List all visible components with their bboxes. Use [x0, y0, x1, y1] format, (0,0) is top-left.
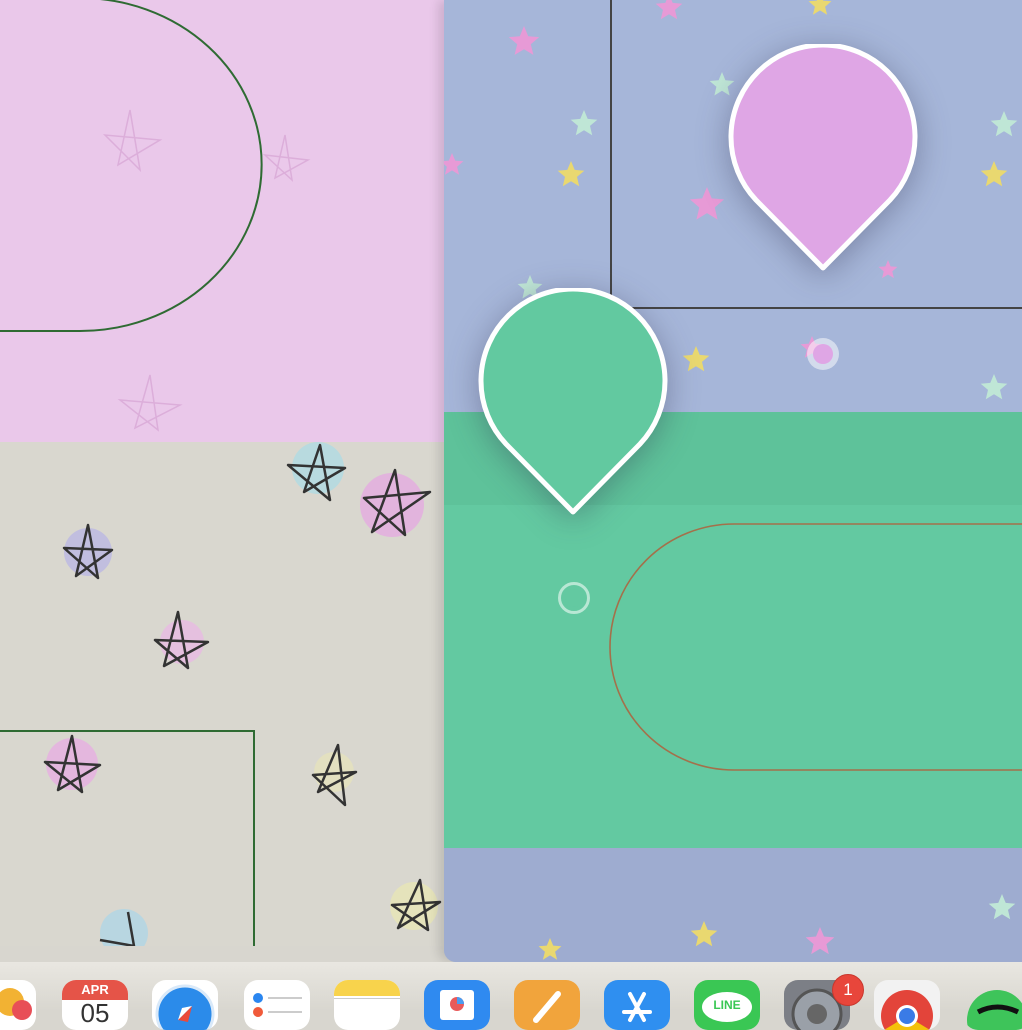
pages-app-icon[interactable] [514, 980, 580, 1030]
photos-app-icon[interactable] [0, 980, 36, 1030]
left-window [0, 0, 446, 946]
location-pin-icon[interactable] [478, 288, 668, 518]
decorative-star-icon [988, 894, 1016, 920]
decorative-star-icon [508, 26, 540, 55]
decorative-star-icon [444, 153, 464, 175]
green-anchor-target[interactable] [558, 582, 590, 614]
notification-badge: 1 [832, 974, 864, 1006]
calendar-month: APR [62, 980, 128, 1000]
notes-app-icon[interactable] [334, 980, 400, 1030]
target-dot-icon [565, 589, 583, 607]
decorative-star-icon [538, 938, 562, 960]
app-store-icon[interactable] [604, 980, 670, 1030]
decorative-star-icon [682, 346, 710, 372]
decorative-star-icon [690, 921, 718, 947]
calendar-day: 05 [80, 998, 110, 1028]
pink-anchor-target[interactable] [807, 338, 839, 370]
target-dot-icon [813, 344, 833, 364]
left-canvas-drawing [0, 0, 442, 946]
decorative-star-icon [689, 187, 725, 220]
line-app-icon[interactable]: LINE [694, 980, 760, 1030]
decorative-star-icon [980, 374, 1008, 400]
decorative-star-icon [557, 161, 585, 187]
decorative-star-icon [570, 110, 598, 136]
safari-app-icon[interactable] [152, 980, 218, 1030]
decorative-star-icon [990, 111, 1018, 137]
chrome-app-icon[interactable] [874, 980, 940, 1030]
right-window [444, 0, 1022, 962]
decorative-star-icon [980, 161, 1008, 187]
line-label: LINE [713, 998, 741, 1012]
decorative-star-icon [655, 0, 683, 20]
reminders-app-icon[interactable] [244, 980, 310, 1030]
calendar-app-icon[interactable]: APR 05 [62, 980, 128, 1030]
decorative-star-icon [805, 927, 835, 955]
decorative-star-icon [808, 0, 832, 15]
spotify-app-icon[interactable] [964, 980, 1022, 1030]
location-pin-icon[interactable] [728, 44, 918, 274]
preview-app-icon[interactable] [424, 980, 490, 1030]
